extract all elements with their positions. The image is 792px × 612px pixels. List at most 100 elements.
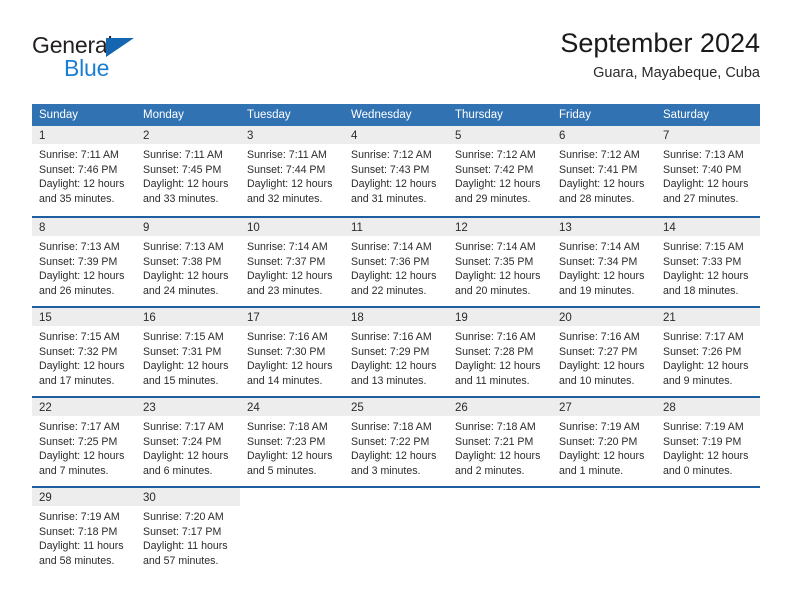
generalblue-logo: General Blue [32,32,272,88]
daylight-text-line2: and 15 minutes. [143,374,219,387]
daylight-text-line1: Daylight: 12 hours [663,450,749,463]
sunrise-text: Sunrise: 7:17 AM [39,421,120,433]
calendar-day-cell[interactable]: 1 Sunrise: 7:11 AM Sunset: 7:46 PM Daylight… [32,126,136,216]
sunrise-text: Sunrise: 7:13 AM [663,149,744,161]
weekday-header-thursday: Thursday [455,109,503,121]
calendar-day-cell[interactable]: 17 Sunrise: 7:16 AM Sunset: 7:30 PM Dayligh… [240,308,344,396]
calendar-day-cell[interactable]: 23 Sunrise: 7:17 AM Sunset: 7:24 PM Dayligh… [136,398,240,486]
day-number: 11 [351,222,363,234]
daylight-text-line2: and 20 minutes. [455,284,531,297]
sunset-text: Sunset: 7:25 PM [39,435,118,448]
calendar-day-cell[interactable]: 2 Sunrise: 7:11 AM Sunset: 7:45 PM Daylight… [136,126,240,216]
calendar-day-cell[interactable]: 9 Sunrise: 7:13 AM Sunset: 7:38 PM Daylight… [136,218,240,306]
day-details: Sunrise: 7:11 AM Sunset: 7:45 PM Daylight:… [136,144,240,206]
sunrise-text: Sunrise: 7:19 AM [559,421,640,433]
day-number: 27 [559,402,572,414]
calendar-day-cell[interactable]: 30 Sunrise: 7:20 AM Sunset: 7:17 PM Dayligh… [136,488,240,576]
sunset-text: Sunset: 7:37 PM [247,255,326,268]
calendar-day-cell[interactable]: 26 Sunrise: 7:18 AM Sunset: 7:21 PM Dayligh… [448,398,552,486]
calendar-day-cell[interactable]: 28 Sunrise: 7:19 AM Sunset: 7:19 PM Dayligh… [656,398,760,486]
daylight-text-line1: Daylight: 12 hours [39,270,125,283]
calendar-week-row: 29 Sunrise: 7:19 AM Sunset: 7:18 PM Dayligh… [32,486,760,576]
sunrise-text: Sunrise: 7:14 AM [247,241,328,253]
sunset-text: Sunset: 7:42 PM [455,163,534,176]
sunrise-text: Sunrise: 7:11 AM [247,149,327,161]
calendar-day-cell[interactable]: 21 Sunrise: 7:17 AM Sunset: 7:26 PM Dayligh… [656,308,760,396]
daylight-text-line2: and 28 minutes. [559,192,635,205]
day-number: 4 [351,130,358,142]
sunrise-text: Sunrise: 7:16 AM [351,331,432,343]
calendar-weeks: 1 Sunrise: 7:11 AM Sunset: 7:46 PM Daylight… [32,126,760,576]
sunset-text: Sunset: 7:22 PM [351,435,430,448]
location-subtitle: Guara, Mayabeque, Cuba [593,65,760,81]
day-number-bar: 28 [656,398,760,416]
calendar-day-cell[interactable]: 18 Sunrise: 7:16 AM Sunset: 7:29 PM Dayligh… [344,308,448,396]
day-details: Sunrise: 7:17 AM Sunset: 7:25 PM Daylight:… [32,416,136,478]
calendar-day-cell[interactable]: 27 Sunrise: 7:19 AM Sunset: 7:20 PM Dayligh… [552,398,656,486]
sunrise-text: Sunrise: 7:17 AM [143,421,224,433]
calendar-day-cell[interactable]: 8 Sunrise: 7:13 AM Sunset: 7:39 PM Daylight… [32,218,136,306]
calendar-empty-cell [552,488,656,576]
calendar-day-cell[interactable]: 29 Sunrise: 7:19 AM Sunset: 7:18 PM Dayligh… [32,488,136,576]
calendar-day-cell[interactable]: 11 Sunrise: 7:14 AM Sunset: 7:36 PM Dayligh… [344,218,448,306]
sunset-text: Sunset: 7:31 PM [143,345,222,358]
daylight-text-line2: and 22 minutes. [351,284,427,297]
day-number-bar [448,488,552,506]
logo-word-blue: Blue [64,55,110,81]
day-number: 15 [39,312,52,324]
calendar-week-row: 1 Sunrise: 7:11 AM Sunset: 7:46 PM Daylight… [32,126,760,216]
day-details: Sunrise: 7:12 AM Sunset: 7:43 PM Daylight:… [344,144,448,206]
calendar-day-cell[interactable]: 7 Sunrise: 7:13 AM Sunset: 7:40 PM Daylight… [656,126,760,216]
calendar-day-cell[interactable]: 14 Sunrise: 7:15 AM Sunset: 7:33 PM Dayligh… [656,218,760,306]
day-number-bar: 10 [240,218,344,236]
daylight-text-line2: and 19 minutes. [559,284,635,297]
day-details: Sunrise: 7:13 AM Sunset: 7:38 PM Daylight:… [136,236,240,298]
calendar-day-cell[interactable]: 25 Sunrise: 7:18 AM Sunset: 7:22 PM Dayligh… [344,398,448,486]
daylight-text-line1: Daylight: 12 hours [455,178,541,191]
calendar-day-cell[interactable]: 24 Sunrise: 7:18 AM Sunset: 7:23 PM Dayligh… [240,398,344,486]
daylight-text-line1: Daylight: 12 hours [559,178,645,191]
day-number-bar [656,488,760,506]
sunrise-text: Sunrise: 7:14 AM [455,241,536,253]
day-number-bar [344,488,448,506]
calendar-day-cell[interactable]: 20 Sunrise: 7:16 AM Sunset: 7:27 PM Dayligh… [552,308,656,396]
sunrise-text: Sunrise: 7:20 AM [143,511,224,523]
calendar-day-cell[interactable]: 6 Sunrise: 7:12 AM Sunset: 7:41 PM Daylight… [552,126,656,216]
sunrise-text: Sunrise: 7:18 AM [351,421,432,433]
daylight-text-line1: Daylight: 12 hours [143,270,229,283]
calendar-grid: Sunday Monday Tuesday Wednesday Thursday Frid… [32,104,760,576]
day-details: Sunrise: 7:11 AM Sunset: 7:46 PM Daylight:… [32,144,136,206]
day-number-bar: 6 [552,126,656,144]
day-number: 8 [39,222,46,234]
day-details: Sunrise: 7:18 AM Sunset: 7:21 PM Daylight:… [448,416,552,478]
calendar-day-cell[interactable]: 15 Sunrise: 7:15 AM Sunset: 7:32 PM Dayligh… [32,308,136,396]
calendar-day-cell[interactable]: 13 Sunrise: 7:14 AM Sunset: 7:34 PM Dayligh… [552,218,656,306]
daylight-text-line2: and 32 minutes. [247,192,323,205]
sunset-text: Sunset: 7:41 PM [559,163,638,176]
daylight-text-line1: Daylight: 12 hours [559,360,645,373]
day-details: Sunrise: 7:19 AM Sunset: 7:18 PM Daylight:… [32,506,136,568]
calendar-day-cell[interactable]: 12 Sunrise: 7:14 AM Sunset: 7:35 PM Dayligh… [448,218,552,306]
day-number-bar: 7 [656,126,760,144]
calendar-day-cell[interactable]: 10 Sunrise: 7:14 AM Sunset: 7:37 PM Dayligh… [240,218,344,306]
calendar-day-cell[interactable]: 3 Sunrise: 7:11 AM Sunset: 7:44 PM Daylight… [240,126,344,216]
daylight-text-line2: and 57 minutes. [143,554,219,567]
daylight-text-line1: Daylight: 12 hours [663,360,749,373]
daylight-text-line2: and 23 minutes. [247,284,323,297]
daylight-text-line2: and 26 minutes. [39,284,115,297]
calendar-day-cell[interactable]: 4 Sunrise: 7:12 AM Sunset: 7:43 PM Daylight… [344,126,448,216]
daylight-text-line2: and 33 minutes. [143,192,219,205]
calendar-day-cell[interactable]: 5 Sunrise: 7:12 AM Sunset: 7:42 PM Daylight… [448,126,552,216]
calendar-day-cell[interactable]: 16 Sunrise: 7:15 AM Sunset: 7:31 PM Dayligh… [136,308,240,396]
daylight-text-line1: Daylight: 12 hours [559,450,645,463]
day-details: Sunrise: 7:18 AM Sunset: 7:22 PM Daylight:… [344,416,448,478]
calendar-day-cell[interactable]: 22 Sunrise: 7:17 AM Sunset: 7:25 PM Dayligh… [32,398,136,486]
daylight-text-line1: Daylight: 12 hours [247,178,333,191]
daylight-text-line2: and 29 minutes. [455,192,531,205]
day-number: 17 [247,312,260,324]
day-details: Sunrise: 7:20 AM Sunset: 7:17 PM Daylight:… [136,506,240,568]
daylight-text-line1: Daylight: 12 hours [663,270,749,283]
daylight-text-line2: and 11 minutes. [455,374,530,387]
calendar-day-cell[interactable]: 19 Sunrise: 7:16 AM Sunset: 7:28 PM Dayligh… [448,308,552,396]
daylight-text-line2: and 31 minutes. [351,192,427,205]
